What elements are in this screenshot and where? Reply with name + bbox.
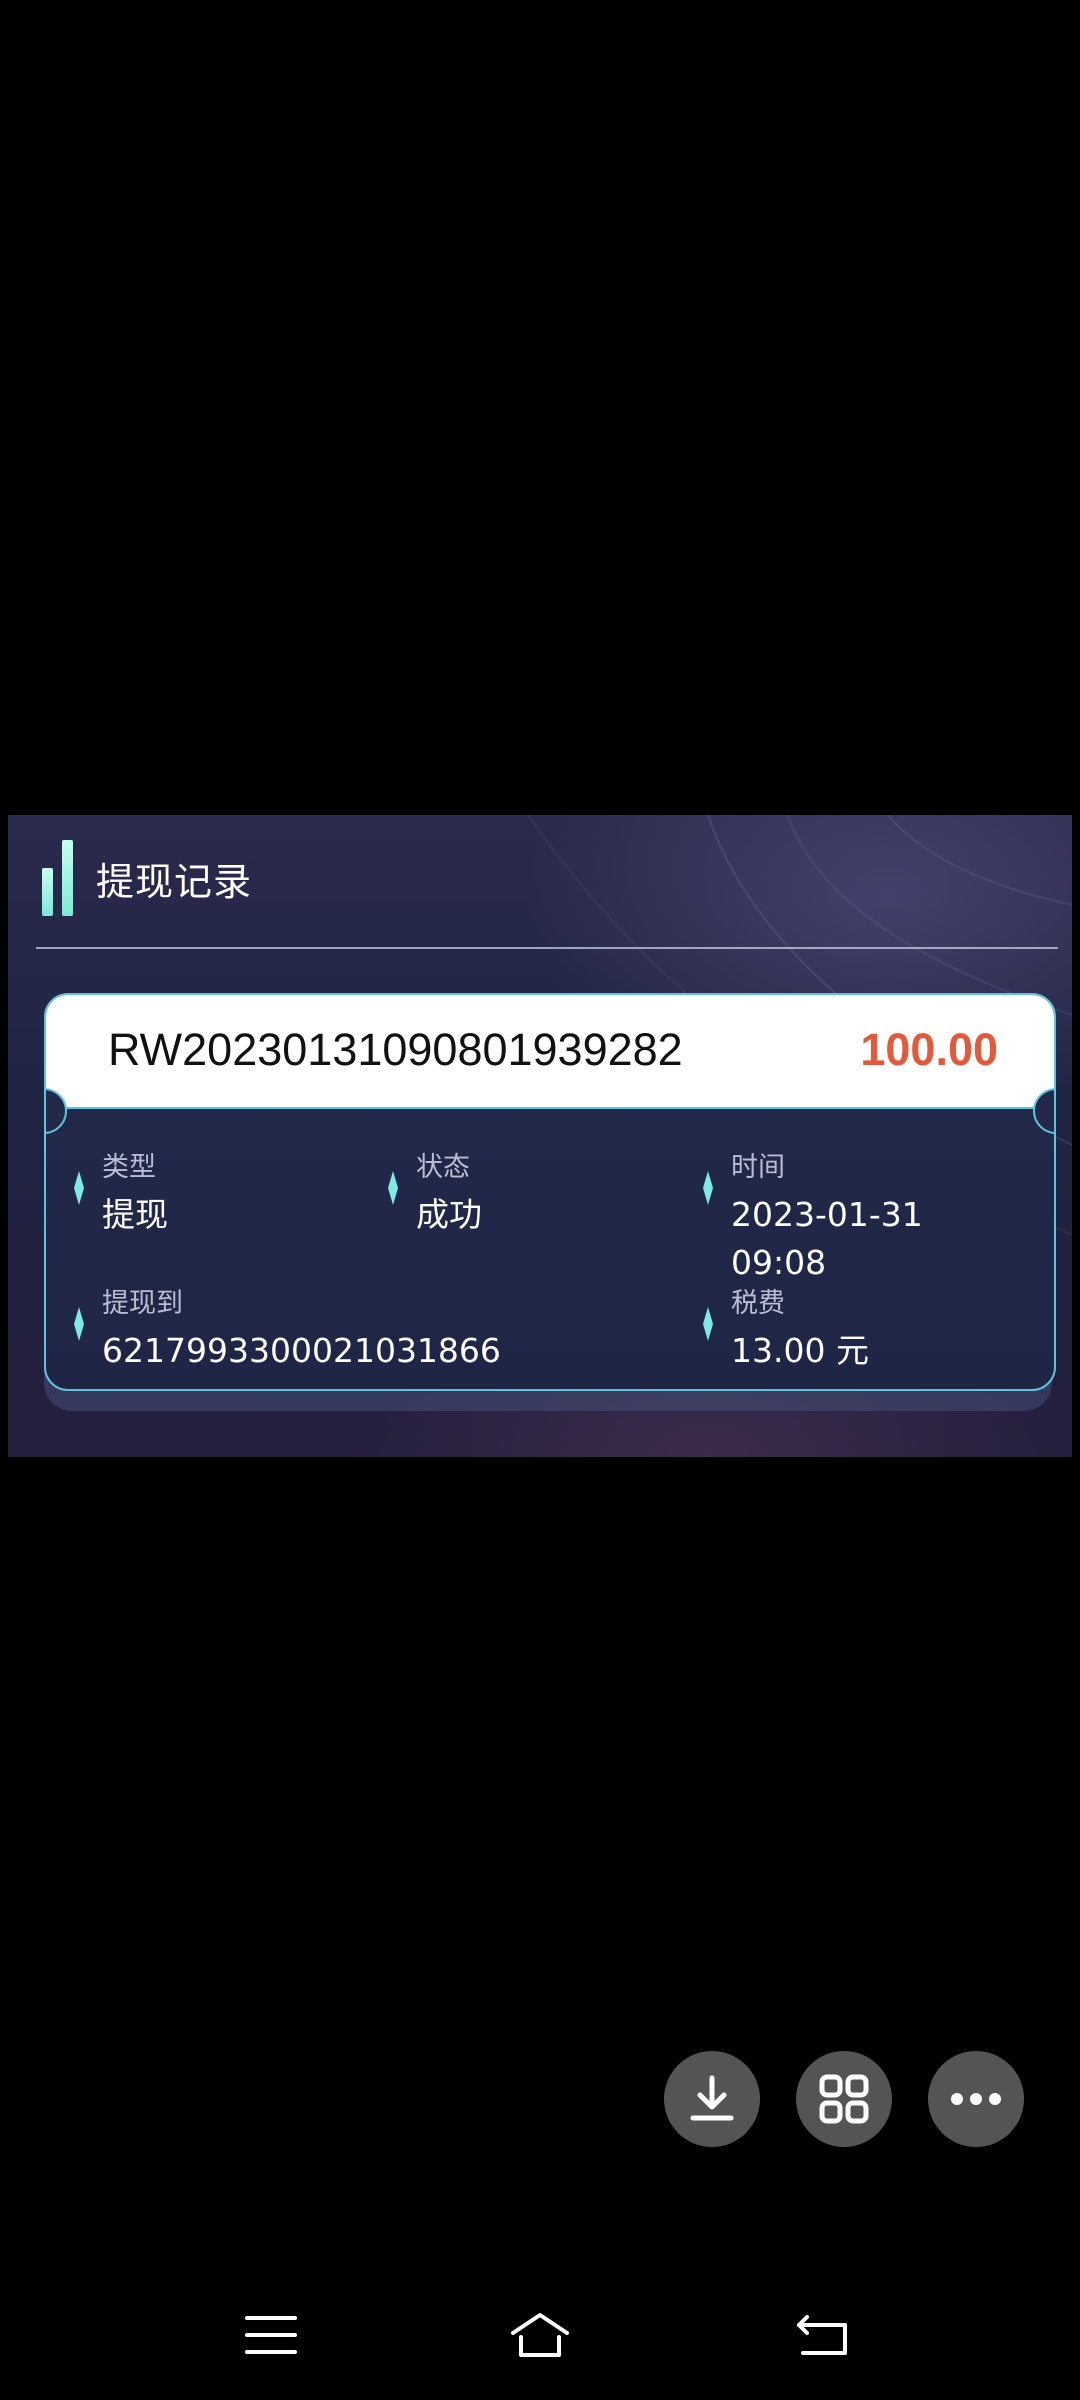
record-card-header: RW20230131090801939282 100.00 — [46, 995, 1054, 1109]
withdraw-to-label: 提现到 — [102, 1288, 183, 1319]
diamond-bullet-icon — [703, 1171, 713, 1205]
order-number: RW20230131090801939282 — [108, 1024, 683, 1075]
more-button[interactable] — [928, 2051, 1024, 2147]
nav-home-button[interactable] — [495, 2300, 585, 2370]
withdraw-to-value: 6217993300021031866 — [102, 1331, 501, 1370]
status-value: 成功 — [416, 1195, 482, 1234]
diamond-bullet-icon — [74, 1307, 84, 1341]
amount: 100.00 — [860, 1024, 998, 1075]
time-clock: 09:08 — [731, 1243, 827, 1282]
time-date: 2023-01-31 — [731, 1195, 923, 1234]
field-type: 类型 提现 — [74, 1149, 374, 1241]
time-label: 时间 — [731, 1152, 785, 1183]
menu-icon — [245, 2316, 297, 2354]
header-divider — [36, 947, 1058, 949]
field-status: 状态 成功 — [388, 1149, 688, 1241]
grid-icon — [819, 2074, 869, 2124]
home-icon — [511, 2313, 569, 2357]
diamond-bullet-icon — [74, 1171, 84, 1205]
diamond-bullet-icon — [388, 1171, 398, 1205]
type-label: 类型 — [102, 1152, 156, 1183]
back-icon — [797, 2315, 847, 2355]
status-label: 状态 — [416, 1152, 470, 1183]
panel-header: 提现记录 — [42, 833, 252, 923]
record-card: RW20230131090801939282 100.00 类型 提现 状态 成… — [44, 993, 1056, 1391]
screen: 提现记录 RW20230131090801939282 100.00 类型 提现… — [0, 0, 1080, 2400]
page-title: 提现记录 — [96, 859, 253, 904]
field-withdraw-to: 提现到 6217993300021031866 — [74, 1285, 594, 1377]
more-icon — [951, 2093, 1001, 2105]
diamond-bullet-icon — [703, 1307, 713, 1341]
download-icon — [690, 2075, 734, 2121]
title-bars-icon — [42, 840, 78, 916]
nav-back-button[interactable] — [778, 2300, 868, 2370]
nav-menu-button[interactable] — [226, 2300, 316, 2370]
field-tax: 税费 13.00 元 — [703, 1285, 1023, 1377]
grid-button[interactable] — [796, 2051, 892, 2147]
withdrawal-record-panel: 提现记录 RW20230131090801939282 100.00 类型 提现… — [8, 815, 1072, 1457]
tax-value: 13.00 元 — [731, 1331, 869, 1370]
field-time: 时间 2023-01-31 09:08 — [703, 1149, 1023, 1289]
tax-label: 税费 — [731, 1288, 785, 1319]
download-button[interactable] — [664, 2051, 760, 2147]
type-value: 提现 — [102, 1195, 168, 1234]
